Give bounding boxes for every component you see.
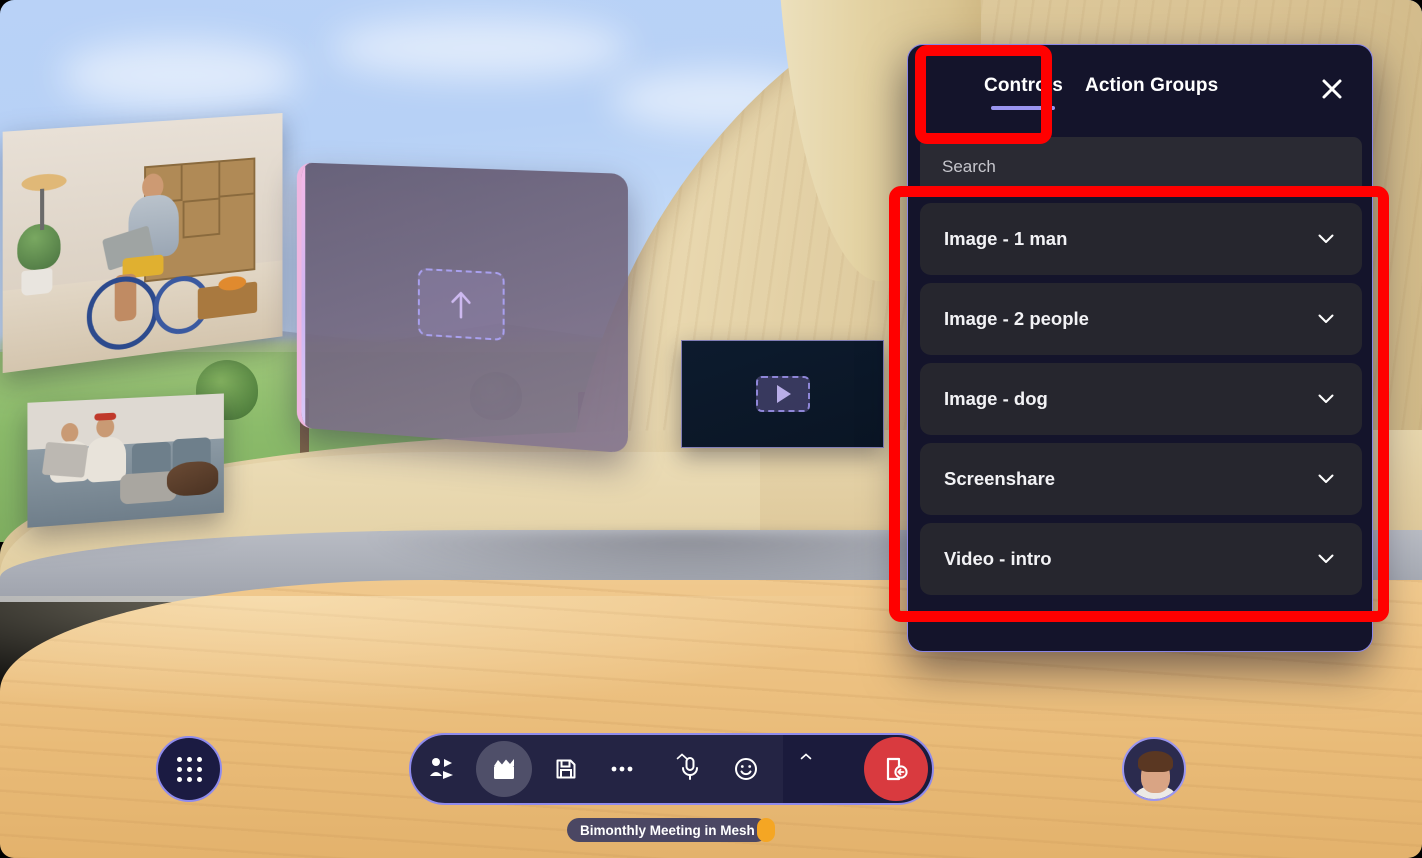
- tab-controls-label: Controls: [984, 75, 1063, 96]
- chevron-down-icon[interactable]: [1316, 309, 1336, 329]
- mesh-app-window: Controls Action Groups Search Image - 1 …: [0, 0, 1422, 858]
- chevron-down-icon[interactable]: [1316, 229, 1336, 249]
- leave-meeting-button[interactable]: [864, 737, 928, 801]
- meeting-title-chip: Bimonthly Meeting in Mesh: [567, 818, 768, 842]
- upload-dropzone[interactable]: [417, 267, 505, 341]
- floor-light-sheen: [0, 596, 900, 716]
- tab-action-groups-label: Action Groups: [1085, 75, 1219, 96]
- toolbar-group-left: [411, 735, 688, 803]
- scene-photo-man-wheelchair[interactable]: [2, 112, 283, 374]
- more-dots-icon: [611, 766, 633, 772]
- tab-controls[interactable]: Controls: [980, 75, 1067, 110]
- app-launcher-button[interactable]: [156, 736, 222, 802]
- chevron-up-icon: [800, 752, 812, 759]
- list-item-label: Image - dog: [944, 388, 1048, 409]
- list-item[interactable]: Screenshare: [920, 443, 1362, 515]
- scene-video-panel[interactable]: [681, 340, 884, 448]
- emoji-smiley-icon: [735, 758, 757, 780]
- save-button[interactable]: [535, 735, 597, 803]
- user-avatar-button[interactable]: [1122, 737, 1186, 801]
- more-options-button[interactable]: [597, 735, 688, 803]
- cloud: [330, 18, 630, 78]
- panel-header: Controls Action Groups: [908, 45, 1372, 137]
- photo-frame-edge: [27, 393, 224, 528]
- tab-active-underline: [991, 106, 1056, 110]
- close-panel-button[interactable]: [1316, 73, 1348, 105]
- clapperboard-icon: [494, 759, 514, 779]
- leave-door-icon: [886, 757, 908, 781]
- panel-edge-glow: [301, 162, 306, 428]
- play-icon: [777, 385, 791, 403]
- chevron-down-icon[interactable]: [1316, 549, 1336, 569]
- list-item-label: Video - intro: [944, 548, 1052, 569]
- people-share-button[interactable]: [411, 735, 473, 803]
- search-field[interactable]: Search: [920, 137, 1362, 197]
- search-placeholder: Search: [942, 157, 996, 176]
- avatar-hair: [1138, 751, 1173, 772]
- status-indicator: [757, 818, 775, 842]
- save-floppy-icon: [556, 759, 576, 779]
- scene-upload-panel[interactable]: [296, 162, 628, 454]
- list-item-label: Image - 2 people: [944, 308, 1089, 329]
- meeting-title: Bimonthly Meeting in Mesh: [580, 822, 755, 838]
- microphone-button[interactable]: [659, 735, 721, 803]
- grid-apps-icon: [176, 756, 202, 782]
- microphone-icon: [682, 757, 698, 780]
- chevron-down-icon[interactable]: [1316, 389, 1336, 409]
- cloud: [60, 40, 300, 110]
- list-item-label: Image - 1 man: [944, 228, 1068, 249]
- video-placeholder[interactable]: [755, 376, 810, 412]
- tab-action-groups[interactable]: Action Groups: [1081, 75, 1222, 97]
- list-item[interactable]: Image - 2 people: [920, 283, 1362, 355]
- list-item[interactable]: Image - dog: [920, 363, 1362, 435]
- list-item[interactable]: Video - intro: [920, 523, 1362, 595]
- list-item-label: Screenshare: [944, 468, 1056, 489]
- people-share-icon: [430, 758, 453, 779]
- reactions-button[interactable]: [721, 735, 812, 803]
- photo-frame-edge: [2, 112, 283, 374]
- scene-photo-people-dog[interactable]: [27, 393, 224, 528]
- scene-clapperboard-button[interactable]: [473, 735, 535, 803]
- upload-arrow-icon: [451, 291, 470, 319]
- toolbar-group-right: [659, 735, 812, 803]
- controls-panel: Controls Action Groups Search Image - 1 …: [907, 44, 1373, 652]
- list-item[interactable]: Image - 1 man: [920, 203, 1362, 275]
- close-icon: [1322, 79, 1342, 99]
- controls-list: Image - 1 man Image - 2 people Image - d…: [920, 203, 1362, 637]
- meeting-toolbar: [409, 733, 934, 805]
- chevron-down-icon[interactable]: [1316, 469, 1336, 489]
